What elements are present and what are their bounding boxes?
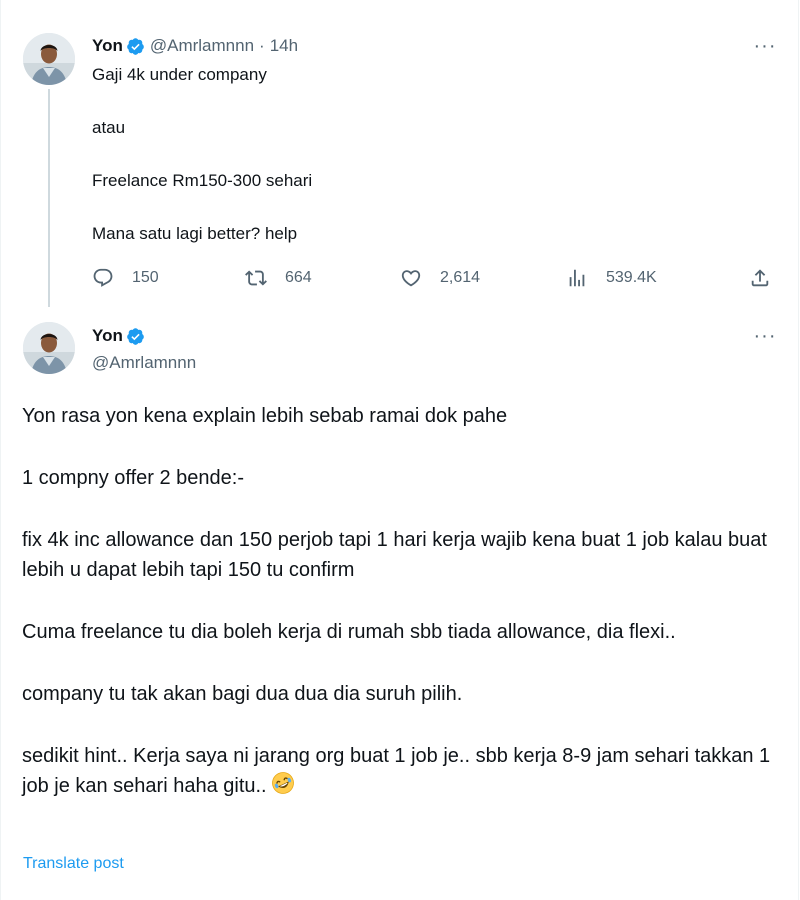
verified-badge-icon	[127, 37, 144, 55]
repost-icon	[245, 270, 267, 286]
views-count: 539.4K	[606, 269, 657, 286]
tweet-text-line: Gaji 4k under company	[92, 65, 267, 84]
tweet-paragraph: company tu tak akan bagi dua dua dia sur…	[22, 683, 463, 705]
tweet-paragraph: Yon rasa yon kena explain lebih sebab ra…	[22, 405, 508, 427]
tweet-paragraph-last: sedikit hint.. Kerja saya ni jarang org …	[22, 741, 782, 801]
repost-button[interactable]: 664	[245, 265, 312, 291]
like-count: 2,614	[440, 269, 481, 286]
more-options-icon[interactable]: ···	[750, 325, 780, 347]
timestamp[interactable]: 14h	[270, 36, 298, 56]
author-handle[interactable]: @Amrlamnnn	[92, 353, 196, 373]
author-name[interactable]: Yon	[92, 36, 123, 56]
tweet-paragraph: fix 4k inc allowance dan 150 perjob tapi…	[22, 529, 767, 581]
rolling-on-floor-laughing-emoji-icon	[271, 772, 294, 794]
tweet-paragraph: Cuma freelance tu dia boleh kerja di rum…	[22, 621, 676, 643]
thread-connector-line	[48, 89, 50, 307]
tweet-text: Yon rasa yon kena explain lebih sebab ra…	[22, 401, 782, 833]
author-handle[interactable]: @Amrlamnnn	[150, 36, 254, 56]
views-button[interactable]: 539.4K	[566, 265, 657, 291]
tweet-text-line: Freelance Rm150-300 sehari	[92, 171, 313, 190]
tweet-text-line: Mana satu lagi better? help	[92, 224, 298, 243]
tweet-original[interactable]: Yon @Amrlamnnn · 14h ··· Gaji 4k under c…	[0, 0, 800, 310]
reply-icon	[93, 268, 113, 287]
like-button[interactable]: 2,614	[400, 265, 480, 291]
separator-dot: ·	[259, 36, 265, 55]
tweet-paragraph-text: sedikit hint.. Kerja saya ni jarang org …	[22, 745, 771, 797]
verified-badge-icon	[127, 327, 144, 345]
share-button[interactable]	[749, 265, 771, 291]
repost-count: 664	[285, 269, 312, 286]
reply-button[interactable]: 150	[92, 265, 159, 291]
avatar[interactable]	[23, 322, 75, 374]
heart-icon	[401, 270, 421, 287]
more-options-icon[interactable]: ···	[750, 35, 780, 57]
tweet-text-line: atau	[92, 118, 126, 137]
translate-post-link[interactable]: Translate post	[23, 855, 124, 873]
tweet-header: Yon @Amrlamnnn	[92, 325, 196, 373]
avatar[interactable]	[23, 33, 75, 85]
tweet-action-bar: 150 664 2,614 539.4K	[92, 265, 782, 291]
author-name[interactable]: Yon	[92, 326, 123, 346]
share-icon	[751, 269, 769, 287]
tweet-text: Gaji 4k under company atau Freelance Rm1…	[92, 64, 732, 276]
reply-count: 150	[132, 269, 159, 286]
tweet-paragraph: 1 compny offer 2 bende:-	[22, 467, 244, 489]
tweet-header: Yon @Amrlamnnn · 14h	[92, 35, 298, 57]
analytics-icon	[569, 269, 585, 287]
